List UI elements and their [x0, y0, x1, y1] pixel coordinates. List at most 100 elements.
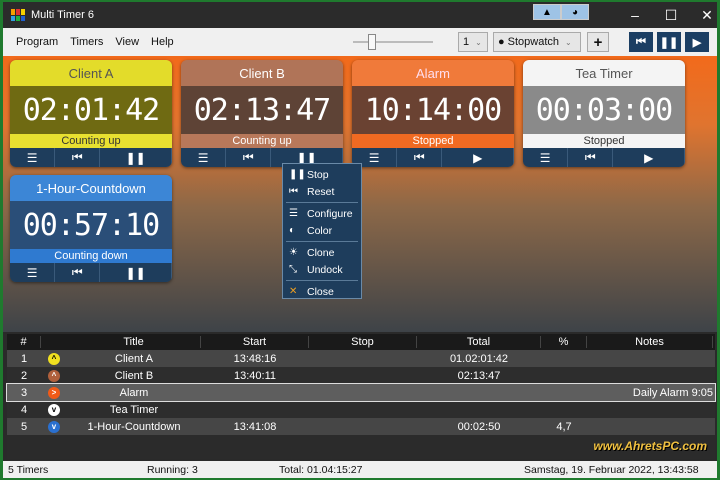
app-window: Multi Timer 6 ▲ ◕ – ☐ ✕ Program Timers Vi…: [3, 2, 717, 478]
ctx-reset[interactable]: ⏮ Reset: [283, 183, 361, 200]
timer-buttons: ☰ ⏮ ▶: [523, 148, 685, 167]
ctx-label: Stop: [307, 168, 329, 181]
menu-help[interactable]: Help: [145, 36, 180, 48]
play-icon[interactable]: ▶: [613, 148, 685, 167]
pause-icon[interactable]: ❚❚: [100, 148, 172, 167]
undock-icon: ⤡: [289, 264, 297, 275]
column-header[interactable]: Total: [417, 336, 541, 348]
column-header[interactable]: Title: [67, 336, 201, 348]
cell-total: 00:02:50: [457, 420, 501, 433]
cell-pct: 4,7: [556, 420, 572, 433]
status-bar: 5 Timers Running: 3 Total: 01.04:15:27 S…: [3, 461, 717, 478]
cell-notes: Daily Alarm 9:05: [632, 386, 713, 399]
mode-value: Stopwatch: [507, 36, 560, 48]
stopwatch-icon: ●: [498, 36, 505, 48]
cell-n: 4: [20, 403, 28, 416]
add-timer-button[interactable]: +: [587, 32, 609, 52]
cell-title: Tea Timer: [109, 403, 159, 416]
column-header[interactable]: Stop: [309, 336, 417, 348]
menu-icon[interactable]: ☰: [10, 148, 56, 167]
ctx-configure[interactable]: ☰ Configure: [283, 205, 361, 222]
size-slider[interactable]: [353, 34, 433, 50]
menu-icon[interactable]: ☰: [10, 263, 56, 282]
chevron-icon: v: [48, 421, 60, 433]
ctx-label: Undock: [307, 263, 343, 276]
timer-area: Client A 02:01:42 Counting up ☰ ⏮ ❚❚ Client…: [3, 56, 717, 332]
title-bar: Multi Timer 6 ▲ ◕ – ☐ ✕: [3, 2, 717, 28]
chevron-icon: ^: [48, 370, 60, 382]
slider-thumb[interactable]: [368, 34, 376, 50]
status-total: Total: 01.04:15:27: [279, 463, 363, 476]
timer-status: Stopped: [523, 134, 685, 148]
reset-all-button[interactable]: ⏮: [629, 32, 653, 52]
table-header: # Title Start Stop Total% Notes: [7, 334, 715, 350]
column-header[interactable]: %: [541, 336, 587, 348]
ctx-undock[interactable]: ⤡ Undock: [283, 261, 361, 278]
play-icon[interactable]: ▶: [442, 148, 514, 167]
pause-icon: ❚❚: [289, 169, 306, 180]
timer-title[interactable]: Client B: [181, 60, 343, 86]
cell-start: 13:40:11: [233, 369, 276, 382]
cell-title: 1-Hour-Countdown: [87, 420, 181, 433]
reset-icon[interactable]: ⏮: [568, 148, 614, 167]
minimize-button[interactable]: –: [617, 2, 653, 28]
timer-display: 10:14:00: [352, 86, 514, 134]
reset-icon[interactable]: ⏮: [55, 263, 101, 282]
timer-card[interactable]: Alarm 10:14:00 Stopped ☰ ⏮ ▶: [352, 60, 514, 167]
table-row[interactable]: 4 v Tea Timer: [7, 401, 715, 418]
cell-total: 01.02:01:42: [449, 352, 509, 365]
timer-card[interactable]: Tea Timer 00:03:00 Stopped ☰ ⏮ ▶: [523, 60, 685, 167]
menu-icon[interactable]: ☰: [523, 148, 569, 167]
count-select[interactable]: 1 ⌄: [458, 32, 488, 52]
status-icon: ^: [41, 369, 67, 382]
timer-card[interactable]: Client A 02:01:42 Counting up ☰ ⏮ ❚❚: [10, 60, 172, 167]
cell-n: 5: [20, 420, 28, 433]
close-button[interactable]: ✕: [689, 2, 720, 28]
mode-select[interactable]: ● Stopwatch ⌄: [493, 32, 581, 52]
menu-timers[interactable]: Timers: [64, 36, 109, 48]
timer-title[interactable]: Alarm: [352, 60, 514, 86]
timer-card[interactable]: 1-Hour-Countdown 00:57:10 Counting down …: [10, 175, 172, 282]
table-row[interactable]: 1 ^ Client A 13:48:16 01.02:01:42: [7, 350, 715, 367]
status-date: Samstag, 19. Februar 2022, 13:43:58: [524, 463, 699, 476]
column-header[interactable]: Start: [201, 336, 309, 348]
column-header[interactable]: Notes: [587, 336, 713, 348]
column-header[interactable]: #: [7, 336, 41, 348]
menu-view[interactable]: View: [109, 36, 145, 48]
maximize-button[interactable]: ☐: [653, 2, 689, 28]
ctx-clone[interactable]: ☀ Clone: [283, 244, 361, 261]
timer-title[interactable]: 1-Hour-Countdown: [10, 175, 172, 201]
timer-title[interactable]: Tea Timer: [523, 60, 685, 86]
reset-icon[interactable]: ⏮: [397, 148, 443, 167]
status-icon: v: [41, 420, 67, 433]
play-all-button[interactable]: ▶: [685, 32, 709, 52]
timer-card[interactable]: Client B 02:13:47 Counting up ☰ ⏮ ❚❚: [181, 60, 343, 167]
table-row[interactable]: 5 v 1-Hour-Countdown 13:41:08 00:02:50 4,7: [7, 418, 715, 435]
app-logo-icon: [11, 9, 25, 21]
table-row[interactable]: 2 ^ Client B 13:40:11 02:13:47: [7, 367, 715, 384]
timer-title[interactable]: Client A: [10, 60, 172, 86]
tray-app-icon[interactable]: ◕: [561, 4, 589, 20]
ctx-stop[interactable]: ❚❚ Stop: [283, 166, 361, 183]
cell-total: 02:13:47: [457, 369, 501, 382]
pause-all-button[interactable]: ❚❚: [657, 32, 681, 52]
timer-buttons: ☰ ⏮ ▶: [352, 148, 514, 167]
timer-status: Counting down: [10, 249, 172, 263]
table-row[interactable]: 3 > Alarm Daily Alarm 9:05: [6, 383, 716, 402]
timer-display: 02:01:42: [10, 86, 172, 134]
reset-icon[interactable]: ⏮: [55, 148, 101, 167]
timer-display: 00:57:10: [10, 201, 172, 249]
cell-start: 13:41:08: [233, 420, 277, 433]
ctx-color[interactable]: ◐ Color: [283, 222, 361, 239]
watermark: www.AhretsPC.com: [593, 439, 707, 453]
ctx-close[interactable]: ✕ Close: [283, 283, 361, 300]
pause-icon[interactable]: ❚❚: [100, 263, 172, 282]
timer-status: Counting up: [10, 134, 172, 148]
menu-program[interactable]: Program: [10, 36, 64, 48]
status-running: Running: 3: [147, 463, 198, 476]
menu-icon[interactable]: ☰: [181, 148, 227, 167]
tray-up-icon[interactable]: ▲: [533, 4, 561, 20]
reset-icon[interactable]: ⏮: [226, 148, 272, 167]
cell-start: 13:48:16: [233, 352, 277, 365]
divider: [286, 241, 358, 242]
